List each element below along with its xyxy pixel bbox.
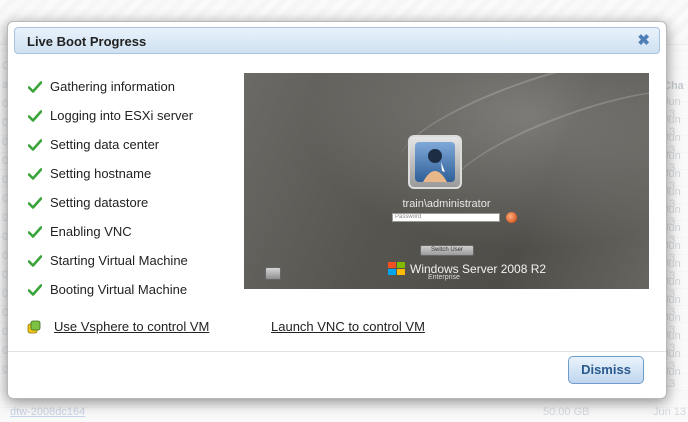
boot-step-list: Gathering information Logging into ESXi s… <box>28 72 193 304</box>
use-vsphere-link[interactable]: Use Vsphere to control VM <box>54 319 209 334</box>
boot-step: Enabling VNC <box>28 217 193 246</box>
checkmark-icon <box>28 138 42 151</box>
close-icon[interactable]: ✖ <box>637 31 650 49</box>
boot-step: Setting data center <box>28 130 193 159</box>
launch-vnc-link[interactable]: Launch VNC to control VM <box>271 319 425 334</box>
windows-logo-icon <box>388 262 405 275</box>
arrow-right-icon <box>506 212 517 223</box>
boot-step-label: Gathering information <box>50 79 176 94</box>
boot-step-label: Setting datastore <box>50 195 149 210</box>
checkmark-icon <box>28 283 42 296</box>
dismiss-button[interactable]: Dismiss <box>568 356 644 384</box>
checkmark-icon <box>28 225 42 238</box>
boot-step-label: Logging into ESXi server <box>50 108 194 123</box>
boot-step-label: Setting data center <box>50 137 160 152</box>
boot-step: Setting hostname <box>28 159 193 188</box>
user-avatar-image <box>415 142 455 182</box>
boot-step: Gathering information <box>28 72 193 101</box>
vsphere-icon <box>27 320 41 334</box>
vm-login-username: train\administrator <box>402 198 491 210</box>
boot-step: Starting Virtual Machine <box>28 246 193 275</box>
dialog-footer-divider <box>8 351 666 352</box>
checkmark-icon <box>28 254 42 267</box>
boot-step-label: Booting Virtual Machine <box>50 282 188 297</box>
dialog-title: Live Boot Progress <box>27 34 147 49</box>
boot-step-label: Starting Virtual Machine <box>50 253 188 268</box>
vm-os-edition: Enterprise <box>428 274 460 281</box>
user-avatar-icon <box>408 135 462 189</box>
vm-control-links: Use Vsphere to control VM Launch VNC to … <box>26 318 656 338</box>
checkmark-icon <box>28 167 42 180</box>
vm-password-field: Password <box>392 213 500 222</box>
checkmark-icon <box>28 80 42 93</box>
live-boot-progress-dialog: Live Boot Progress ✖ Gathering informati… <box>7 21 667 399</box>
boot-step: Setting datastore <box>28 188 193 217</box>
boot-step: Booting Virtual Machine <box>28 275 193 304</box>
boot-step-label: Enabling VNC <box>50 224 132 239</box>
checkmark-icon <box>28 196 42 209</box>
vm-console-preview: train\administrator Password Switch User… <box>244 73 649 289</box>
dialog-header: Live Boot Progress ✖ <box>14 27 660 54</box>
boot-step: Logging into ESXi server <box>28 101 193 130</box>
checkmark-icon <box>28 109 42 122</box>
accessibility-icon <box>265 267 281 280</box>
boot-step-label: Setting hostname <box>50 166 152 181</box>
vm-switch-user-button: Switch User <box>420 245 474 256</box>
